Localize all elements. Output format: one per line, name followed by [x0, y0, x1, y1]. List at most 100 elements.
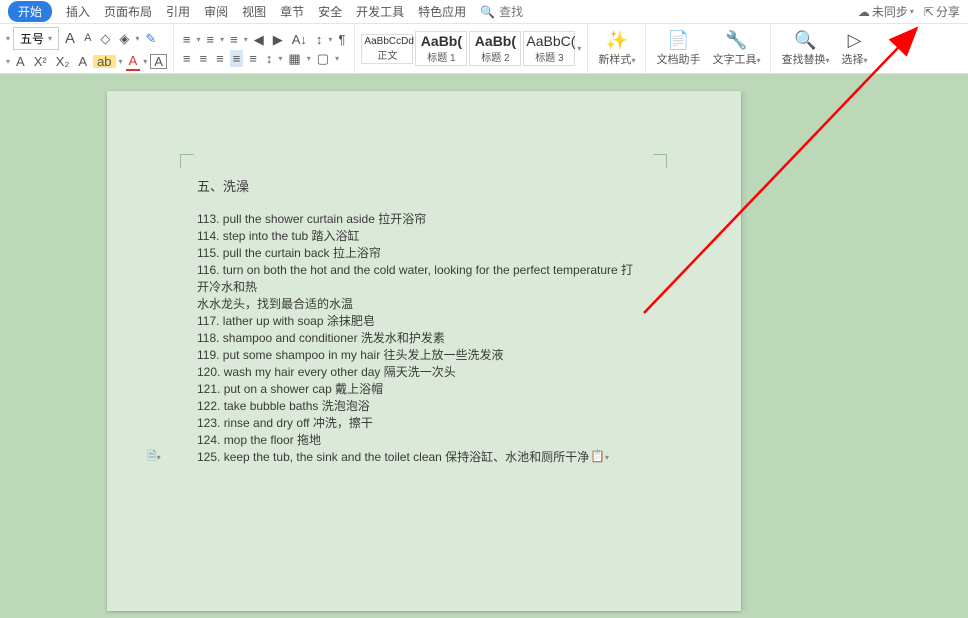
chevron-down-icon: ▾ — [157, 453, 161, 462]
text-line: 121. put on a shower cap 戴上浴帽 — [197, 381, 641, 397]
align-center-button[interactable]: ≡ — [197, 50, 211, 67]
chevron-down-icon[interactable]: ▾ — [119, 57, 123, 66]
text-line: 125. keep the tub, the sink and the toil… — [197, 449, 641, 465]
ribbon-toolbar: ▾ 五号 ▾ A A ◇ ◈ ▾ ✎ ▾ A X² X₂ A ab ▾ — [0, 24, 968, 74]
indent-dec-button[interactable]: ◀ — [251, 31, 267, 48]
linespacing-button[interactable]: ↕ — [313, 31, 326, 48]
align-right-button[interactable]: ≡ — [213, 50, 227, 67]
numbering-button[interactable]: ≡ — [204, 31, 218, 48]
chevron-down-icon[interactable]: ▾ — [135, 34, 139, 43]
select-button[interactable]: ▷ 选择▾ — [837, 31, 871, 67]
search-icon: 🔍 — [480, 5, 495, 19]
sync-status[interactable]: ☁ 未同步 ▾ — [858, 3, 914, 20]
distribute-button[interactable]: ≡ — [246, 50, 260, 67]
tab-security[interactable]: 安全 — [318, 3, 342, 20]
chevron-down-icon[interactable]: ▾ — [143, 57, 147, 66]
paste-floater[interactable]: 🗎▾ — [147, 447, 161, 468]
clear-format-button[interactable]: ◇ — [97, 30, 113, 47]
chevron-down-icon: ▾ — [756, 56, 760, 65]
bullets-button[interactable]: ≡ — [180, 31, 194, 48]
multilevel-button[interactable]: ≡ — [227, 31, 241, 48]
sub-button[interactable]: X₂ — [53, 53, 73, 70]
text-line: 113. pull the shower curtain aside 拉开浴帘 — [197, 211, 641, 227]
paragraph-mark-button[interactable]: ¶ — [335, 31, 348, 48]
format-painter-button[interactable]: ✎ — [142, 30, 159, 47]
char-border-button[interactable]: A — [150, 54, 167, 69]
text-line: 123. rinse and dry off 冲洗，擦干 — [197, 415, 641, 431]
search-button[interactable]: 🔍 查找 — [480, 3, 523, 20]
style-h3[interactable]: AaBbC( 标题 3 — [523, 31, 575, 66]
new-style-button[interactable]: ✨ 新样式▾ — [594, 31, 639, 67]
magnifier-icon: 🔍 — [794, 31, 816, 49]
sync-label: 未同步 — [872, 3, 908, 20]
chevron-down-icon: ▾ — [863, 56, 867, 65]
fx-button[interactable]: A — [75, 53, 90, 70]
tab-chapter[interactable]: 章节 — [280, 3, 304, 20]
share-button[interactable]: ⇱ 分享 — [924, 3, 960, 20]
tab-pagelayout[interactable]: 页面布局 — [104, 3, 152, 20]
doc-helper-button[interactable]: 📄 文档助手 — [652, 31, 704, 67]
style-preview: AaBb( — [418, 33, 464, 49]
tab-devtools[interactable]: 开发工具 — [356, 3, 404, 20]
chevron-down-icon: ▾ — [48, 34, 52, 43]
text-line: 115. pull the curtain back 拉上浴帘 — [197, 245, 641, 261]
wrench-icon: 🔧 — [725, 31, 747, 49]
font-color-button[interactable]: A — [126, 52, 141, 71]
margin-guide-tl — [180, 154, 194, 168]
find-select-group: 🔍 查找替换▾ ▷ 选择▾ — [771, 24, 877, 74]
font-size-value: 五号 — [20, 30, 44, 47]
align-justify-button[interactable]: ≡ — [230, 50, 244, 67]
shrink-font-button[interactable]: A — [81, 31, 94, 46]
chevron-down-icon: ▾ — [910, 7, 914, 16]
style-normal[interactable]: AaBbCcDd 正文 — [361, 34, 413, 64]
text-tools-button[interactable]: 🔧 文字工具▾ — [708, 31, 764, 67]
text-direction-button[interactable]: ↕ — [263, 50, 276, 67]
case-button[interactable]: ◈ — [116, 30, 132, 47]
doc-tools-group: 📄 文档助手 🔧 文字工具▾ — [646, 24, 771, 74]
borders-button[interactable]: ▢ — [314, 50, 332, 67]
shading-button[interactable]: ▦ — [285, 50, 303, 67]
tab-insert[interactable]: 插入 — [66, 3, 90, 20]
styles-group: AaBbCcDd 正文 AaBb( 标题 1 AaBb( 标题 2 AaBbC(… — [355, 24, 588, 74]
chevron-down-icon[interactable]: ▾ — [307, 54, 311, 63]
document-content[interactable]: 五、洗澡 113. pull the shower curtain aside … — [197, 179, 641, 466]
tab-review[interactable]: 审阅 — [204, 3, 228, 20]
new-style-label: 新样式 — [598, 54, 631, 66]
page-icon: 🗎 — [147, 449, 157, 463]
strike-button[interactable]: A — [13, 53, 28, 70]
style-h1[interactable]: AaBb( 标题 1 — [415, 31, 467, 66]
sup-button[interactable]: X² — [31, 53, 50, 70]
style-h2[interactable]: AaBb( 标题 2 — [469, 31, 521, 66]
chevron-down-icon[interactable]: ▾ — [220, 35, 224, 44]
text-line: 117. lather up with soap 涂抹肥皂 — [197, 313, 641, 329]
cloud-icon: ☁ — [858, 5, 870, 19]
style-preview: AaBbC( — [526, 33, 572, 49]
find-replace-button[interactable]: 🔍 查找替换▾ — [777, 31, 833, 67]
chevron-down-icon[interactable]: ▾ — [328, 35, 332, 44]
select-label: 选择 — [841, 54, 863, 66]
styles-more-button[interactable]: ▾ — [577, 44, 581, 53]
highlight-button[interactable]: ab — [93, 55, 115, 68]
document-page[interactable]: 🗎▾ 📋▾ 五、洗澡 113. pull the shower curtain … — [107, 91, 741, 611]
tab-start[interactable]: 开始 — [8, 1, 52, 22]
tab-view[interactable]: 视图 — [242, 3, 266, 20]
sort-button[interactable]: A↓ — [289, 31, 310, 48]
align-left-button[interactable]: ≡ — [180, 50, 194, 67]
section-title: 五、洗澡 — [197, 179, 641, 195]
chevron-down-icon[interactable]: ▾ — [197, 35, 201, 44]
tab-special[interactable]: 特色应用 — [418, 3, 466, 20]
grow-font-button[interactable]: A — [62, 29, 78, 48]
font-size-select[interactable]: 五号 ▾ — [13, 27, 59, 50]
margin-guide-tr — [653, 154, 667, 168]
chevron-down-icon[interactable]: ▾ — [244, 35, 248, 44]
find-replace-label: 查找替换 — [781, 54, 825, 66]
document-canvas[interactable]: 🗎▾ 📋▾ 五、洗澡 113. pull the shower curtain … — [0, 74, 968, 618]
chevron-down-icon[interactable]: ▾ — [6, 57, 10, 66]
chevron-down-icon[interactable]: ▾ — [335, 54, 339, 63]
chevron-down-icon[interactable]: ▾ — [6, 34, 10, 43]
indent-inc-button[interactable]: ▶ — [270, 31, 286, 48]
chevron-down-icon[interactable]: ▾ — [278, 54, 282, 63]
style-label: 标题 3 — [535, 53, 563, 64]
style-label: 正文 — [377, 51, 397, 62]
tab-references[interactable]: 引用 — [166, 3, 190, 20]
